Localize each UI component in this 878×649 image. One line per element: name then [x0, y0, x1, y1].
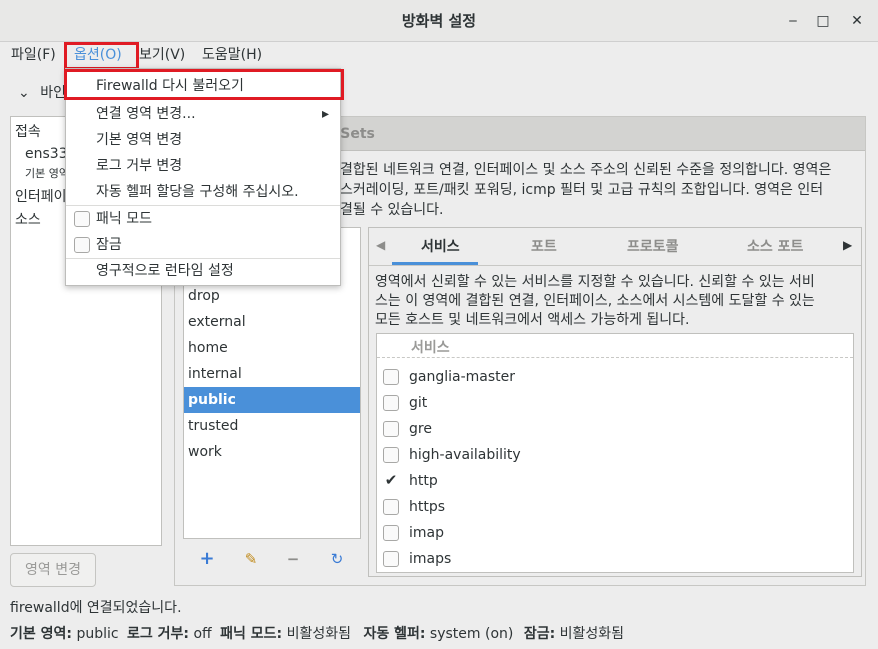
- zone-item-work[interactable]: work: [184, 439, 360, 465]
- service-name: imap: [409, 525, 444, 541]
- connection-zone: 기본 영역: [25, 167, 69, 180]
- panic-mode-label: 패닉 모드:: [220, 626, 283, 642]
- service-row-http[interactable]: ✔ http: [377, 468, 853, 494]
- reload-zone-icon[interactable]: ↻: [325, 548, 349, 570]
- service-name: gre: [409, 421, 432, 437]
- lockdown-label: 잠금:: [523, 626, 556, 642]
- service-checkbox[interactable]: [383, 395, 399, 411]
- edit-zone-icon[interactable]: ✎: [239, 548, 263, 570]
- lockdown-value: 비활성화됨: [559, 626, 625, 642]
- default-zone-label: 기본 영역:: [10, 626, 72, 642]
- zone-item-external[interactable]: external: [184, 309, 360, 335]
- lockdown-checkbox[interactable]: [74, 237, 90, 253]
- service-row-high-availability[interactable]: high-availability: [377, 442, 853, 468]
- maximize-icon[interactable]: □: [814, 12, 832, 30]
- menu-help[interactable]: 도움말(H): [202, 45, 262, 65]
- service-name: high-availability: [409, 447, 521, 463]
- zone-description-line-3: 결될 수 있습니다.: [340, 202, 444, 218]
- options-menu-highlight: [64, 42, 139, 70]
- add-zone-icon[interactable]: +: [195, 548, 219, 570]
- service-checkbox[interactable]: [383, 525, 399, 541]
- status-message: firewalld에 연결되었습니다.: [10, 600, 182, 616]
- menu-item-label: 연결 영역 변경...: [96, 106, 196, 122]
- zone-description-line-1: 결합된 네트워크 연결, 인터페이스 및 소스 주소의 신뢰된 수준을 정의합니…: [340, 162, 832, 178]
- status-summary: 기본 영역: public 로그 거부: off 패닉 모드: 비활성화됨 자동…: [10, 623, 624, 643]
- service-name: imaps: [409, 551, 452, 567]
- zone-item-internal[interactable]: internal: [184, 361, 360, 387]
- options-dropdown-menu: Firewalld 다시 불러오기 연결 영역 변경... ▸ 기본 영역 변경…: [65, 68, 341, 286]
- auto-helper-value: system (on): [429, 626, 514, 642]
- panic-mode-value: 비활성화됨: [286, 626, 352, 642]
- tab-scroll-left-icon[interactable]: ◀: [376, 238, 385, 252]
- services-list: 서비스 ganglia-master git gre high-availabi…: [376, 333, 854, 573]
- binding-expander[interactable]: ⌄ 바인: [18, 82, 66, 102]
- submenu-arrow-icon: ▸: [322, 106, 330, 122]
- services-column-header[interactable]: 서비스: [411, 337, 450, 357]
- log-denied-value: off: [193, 626, 212, 642]
- active-tab-indicator: [392, 262, 478, 265]
- zone-item-drop[interactable]: drop: [184, 283, 360, 309]
- tab-services[interactable]: 서비스: [421, 228, 460, 266]
- menu-item-change-log-denied[interactable]: 로그 거부 변경: [66, 153, 340, 179]
- binding-label: 바인: [40, 85, 66, 101]
- menu-item-label: 패닉 모드: [96, 211, 152, 227]
- service-checkbox[interactable]: [383, 421, 399, 437]
- menu-item-panic-mode[interactable]: 패닉 모드: [66, 206, 340, 232]
- checkmark-icon[interactable]: ✔: [383, 473, 399, 489]
- service-name: http: [409, 473, 438, 489]
- interfaces-header: 인터페이: [15, 189, 67, 205]
- menu-item-label: 잠금: [96, 237, 122, 253]
- service-name: ganglia-master: [409, 369, 516, 385]
- reload-item-highlight: [64, 69, 344, 100]
- service-row-imap[interactable]: imap: [377, 520, 853, 546]
- minimize-icon[interactable]: ‒: [784, 12, 802, 30]
- service-checkbox[interactable]: [383, 499, 399, 515]
- menu-item-lockdown[interactable]: 잠금: [66, 232, 340, 258]
- panic-mode-checkbox[interactable]: [74, 211, 90, 227]
- menu-item-change-connection-zone[interactable]: 연결 영역 변경... ▸: [66, 101, 340, 127]
- service-name: git: [409, 395, 428, 411]
- menu-view[interactable]: 보기(V): [139, 45, 185, 65]
- services-description-line-2: 스는 이 영역에 결합된 연결, 인터페이스, 소스에서 시스템에 도달할 수 …: [375, 293, 815, 309]
- service-checkbox[interactable]: [383, 369, 399, 385]
- zone-item-public[interactable]: public: [184, 387, 360, 413]
- services-description-line-3: 모든 호스트 및 네트워크에서 액세스 가능하게 됩니다.: [375, 312, 690, 328]
- zone-description-line-2: 스커레이딩, 포트/패킷 포워딩, icmp 필터 및 고급 규칙의 조합입니다…: [340, 182, 824, 198]
- service-row-ganglia-master[interactable]: ganglia-master: [377, 364, 853, 390]
- change-zone-button[interactable]: 영역 변경: [10, 553, 96, 587]
- service-name: https: [409, 499, 446, 515]
- service-row-imaps[interactable]: imaps: [377, 546, 853, 572]
- sources-header: 소스: [15, 212, 41, 228]
- service-checkbox[interactable]: [383, 551, 399, 567]
- service-row-https[interactable]: https: [377, 494, 853, 520]
- header-divider: [377, 357, 853, 358]
- menu-item-change-default-zone[interactable]: 기본 영역 변경: [66, 127, 340, 153]
- menu-item-configure-auto-helpers[interactable]: 자동 헬퍼 할당을 구성해 주십시오.: [66, 179, 340, 205]
- tab-protocols[interactable]: 프로토콜: [627, 228, 679, 266]
- connection-name[interactable]: ens33: [25, 146, 68, 162]
- menu-item-runtime-to-permanent[interactable]: 영구적으로 런타임 설정: [66, 258, 340, 284]
- service-checkbox[interactable]: [383, 447, 399, 463]
- tab-scroll-right-icon[interactable]: ▶: [843, 238, 852, 252]
- connections-header: 접속: [15, 124, 41, 140]
- service-row-gre[interactable]: gre: [377, 416, 853, 442]
- log-denied-label: 로그 거부:: [127, 626, 190, 642]
- close-icon[interactable]: ✕: [848, 12, 866, 30]
- zone-item-home[interactable]: home: [184, 335, 360, 361]
- chevron-down-icon: ⌄: [18, 85, 30, 101]
- zone-item-trusted[interactable]: trusted: [184, 413, 360, 439]
- default-zone-value: public: [76, 626, 119, 642]
- menu-file[interactable]: 파일(F): [11, 45, 56, 65]
- auto-helper-label: 자동 헬퍼:: [363, 626, 426, 642]
- services-description-line-1: 영역에서 신뢰할 수 있는 서비스를 지정할 수 있습니다. 신뢰할 수 있는 …: [375, 274, 815, 290]
- remove-zone-icon[interactable]: −: [281, 548, 305, 570]
- tab-ports[interactable]: 포트: [531, 228, 557, 266]
- tab-source-ports[interactable]: 소스 포트: [747, 228, 803, 266]
- service-row-git[interactable]: git: [377, 390, 853, 416]
- window-title: 방화벽 설정: [401, 12, 477, 30]
